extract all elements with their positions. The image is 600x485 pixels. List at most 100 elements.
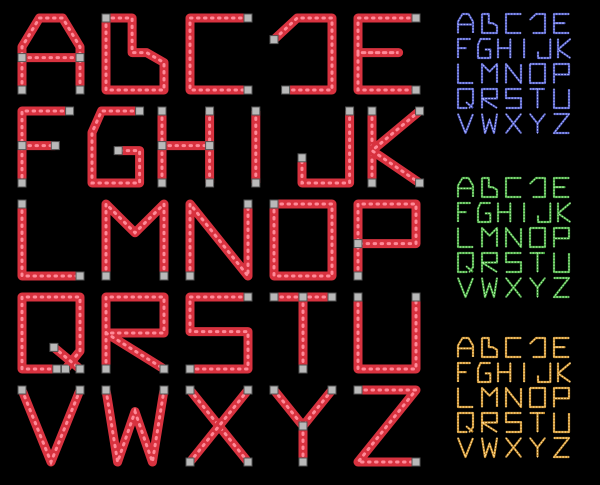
tube-end-cap <box>159 385 169 395</box>
letter-p-green: P <box>552 226 571 248</box>
tube-end-cap <box>298 457 308 467</box>
letter-r-red: R <box>100 292 169 374</box>
letter-x-red: X <box>185 385 253 467</box>
letter-l-green: L <box>456 227 474 249</box>
tube-end-cap <box>327 385 337 395</box>
letter-u-red: U <box>353 292 421 374</box>
tube-end-cap <box>75 271 85 281</box>
tube-end-cap <box>353 239 363 249</box>
tube-end-cap <box>50 141 60 151</box>
letter-t-orange: T <box>529 411 546 433</box>
alphabet-poster: ABCDEFGHIJKLMNOPQRSTUVWXYZABCDEFGHIJKLMN… <box>0 0 600 485</box>
tube-end-cap <box>75 53 85 63</box>
letter-o-red: O <box>269 199 337 281</box>
tube-end-cap <box>243 85 253 95</box>
letter-o-blue: O <box>528 62 547 85</box>
tube-end-cap <box>17 141 27 151</box>
tube-end-cap <box>185 271 195 281</box>
tube-end-cap <box>269 35 279 45</box>
tube-end-cap <box>205 106 215 116</box>
letter-t-red: T <box>269 292 337 374</box>
letter-t-green: T <box>529 251 546 273</box>
letter-q-red: Q <box>17 292 85 374</box>
tube-end-cap <box>185 385 195 395</box>
letter-f-green: F <box>456 201 471 223</box>
tube-end-cap <box>157 178 167 188</box>
tube-end-cap <box>205 141 215 151</box>
tube-end-cap <box>298 292 308 302</box>
letter-i-red: I <box>251 106 261 188</box>
letter-l-blue: L <box>456 63 474 85</box>
tube-end-cap <box>65 106 75 116</box>
tube-end-cap <box>49 342 59 352</box>
letter-e-red: E <box>353 13 421 95</box>
tube-end-cap <box>101 271 111 281</box>
letter-w-blue: W <box>480 113 499 135</box>
letter-n-orange: N <box>504 386 523 409</box>
letter-j-red: J <box>297 106 355 188</box>
tube-end-cap <box>415 106 425 116</box>
letter-g-red: G <box>87 106 145 188</box>
tube-end-cap <box>157 141 167 151</box>
tube-end-cap <box>17 199 27 209</box>
tube-end-cap <box>367 178 377 188</box>
letter-m-green: M <box>480 226 499 248</box>
tube-end-cap <box>17 85 27 95</box>
letter-u-orange: U <box>552 412 571 434</box>
tube-end-cap <box>159 271 169 281</box>
tube-end-cap <box>297 153 307 163</box>
letter-l-red: L <box>17 199 85 281</box>
letter-k-orange: K <box>556 362 572 383</box>
tube-end-cap <box>353 292 363 302</box>
letter-f-red: F <box>17 106 75 188</box>
letter-v-orange: V <box>456 437 475 459</box>
tube-end-cap <box>251 106 261 116</box>
tube-end-cap <box>345 106 355 116</box>
letter-s-orange: S <box>504 411 523 434</box>
letter-g-blue: G <box>476 37 492 60</box>
letter-b-blue: B <box>480 12 499 35</box>
tube-end-cap <box>243 199 253 209</box>
tube-end-cap <box>113 146 123 156</box>
tube-end-cap <box>185 364 195 374</box>
letter-q-blue: Q <box>456 87 475 110</box>
tube-end-cap <box>75 385 85 395</box>
letter-c-blue: C <box>504 12 522 35</box>
letter-u-blue: U <box>552 88 571 110</box>
tube-end-cap <box>298 364 308 374</box>
tube-end-cap <box>17 178 27 188</box>
letter-a-blue: A <box>456 12 475 34</box>
letter-p-blue: P <box>552 62 571 84</box>
tube-end-cap <box>205 178 215 188</box>
tube-end-cap <box>159 364 169 374</box>
tube-end-cap <box>251 178 261 188</box>
tube-end-cap <box>101 385 111 395</box>
letter-k-red: K <box>367 106 425 188</box>
letter-e-orange: E <box>552 336 570 359</box>
letter-e-blue: E <box>552 12 570 35</box>
letter-a-red: A <box>17 13 85 95</box>
letter-h-red: H <box>157 106 215 188</box>
tube-end-cap <box>281 85 291 95</box>
letter-d-green: D <box>529 176 547 199</box>
letter-s-blue: S <box>504 87 523 110</box>
letter-h-green: H <box>496 202 512 223</box>
letter-d-blue: D <box>529 12 547 35</box>
tube-end-cap <box>411 13 421 23</box>
letter-v-green: V <box>456 277 475 299</box>
letter-f-orange: F <box>456 361 471 383</box>
letter-k-green: K <box>556 202 572 223</box>
letter-s-red: S <box>185 292 253 374</box>
letter-c-green: C <box>504 176 522 199</box>
tube-end-cap <box>269 385 279 395</box>
letter-j-blue: J <box>536 38 552 60</box>
tube-end-cap <box>327 292 337 302</box>
tube-end-cap <box>269 292 279 302</box>
letter-z-red: Z <box>353 385 421 467</box>
letter-x-blue: X <box>505 113 522 134</box>
tube-end-cap <box>17 385 27 395</box>
letter-s-green: S <box>504 251 523 274</box>
tube-end-cap <box>367 106 377 116</box>
letter-m-blue: M <box>480 62 499 84</box>
letter-d-red: D <box>269 13 337 95</box>
